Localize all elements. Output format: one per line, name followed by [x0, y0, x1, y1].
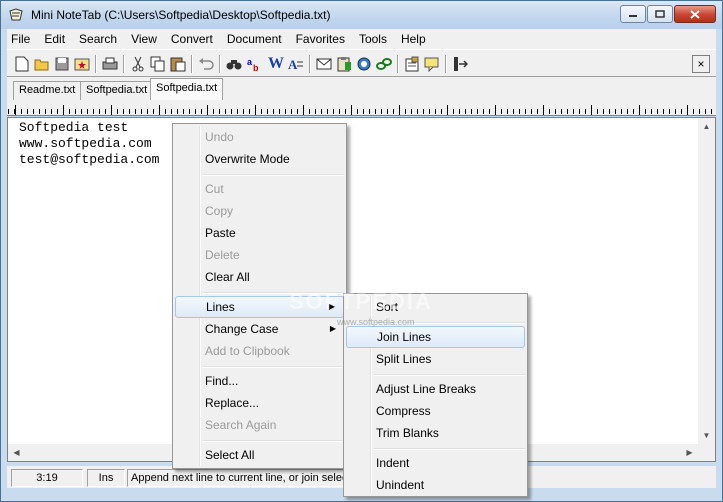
menu-edit[interactable]: Edit	[37, 32, 72, 46]
copy-icon[interactable]	[149, 55, 167, 73]
menu-document[interactable]: Document	[220, 32, 289, 46]
submenu-item-split-lines[interactable]: Split Lines	[346, 348, 525, 370]
paste-board-icon[interactable]	[335, 55, 353, 73]
maximize-icon	[655, 10, 665, 18]
svg-text:b: b	[253, 63, 259, 72]
tab-softpedia-1[interactable]: Softpedia.txt	[80, 81, 154, 100]
minimize-icon	[629, 15, 637, 17]
menu-help[interactable]: Help	[394, 32, 433, 46]
font-icon[interactable]: A	[287, 55, 305, 73]
title-bar[interactable]: Mini NoteTab (C:\Users\Softpedia\Desktop…	[1, 1, 722, 29]
save-icon[interactable]	[53, 55, 71, 73]
menu-item-add-to-clipbook[interactable]: Add to Clipbook	[175, 340, 344, 362]
watermark-url: www.softpedia.com	[337, 317, 415, 327]
note-icon[interactable]	[423, 55, 441, 73]
browser-icon[interactable]	[355, 55, 373, 73]
close-icon	[690, 9, 700, 19]
favorite-icon[interactable]	[73, 55, 91, 73]
menu-item-search-again[interactable]: Search Again	[175, 414, 344, 436]
menu-item-undo[interactable]: Undo	[175, 126, 344, 148]
watermark: SOFTPEDIA	[289, 289, 433, 314]
tab-bar: Readme.txt Softpedia.txt Softpedia.txt	[7, 77, 716, 101]
scroll-down-icon[interactable]: ▼	[698, 427, 715, 444]
link-icon[interactable]	[375, 55, 393, 73]
scroll-up-icon[interactable]: ▲	[698, 118, 715, 135]
menu-search[interactable]: Search	[72, 32, 124, 46]
menu-favorites[interactable]: Favorites	[289, 32, 352, 46]
editor-line: www.softpedia.com	[19, 136, 152, 151]
submenu-arrow-icon: ▶	[329, 324, 336, 333]
cursor-position: 3:19	[11, 469, 83, 487]
print-icon[interactable]	[101, 55, 119, 73]
doc-properties-icon[interactable]	[403, 55, 421, 73]
editor-line: Softpedia test	[19, 120, 129, 135]
email-icon[interactable]	[315, 55, 333, 73]
minimize-button[interactable]	[620, 5, 646, 23]
menu-item-overwrite-mode[interactable]: Overwrite Mode	[175, 148, 344, 170]
editor-line: test@softpedia.com	[19, 152, 160, 167]
menu-item-clear-all[interactable]: Clear All	[175, 266, 344, 288]
maximize-button[interactable]	[647, 5, 673, 23]
app-window: Mini NoteTab (C:\Users\Softpedia\Desktop…	[0, 0, 723, 502]
status-hint: Append next line to current line, or joi…	[127, 469, 347, 487]
menu-item-change-case[interactable]: Change Case ▶	[175, 318, 344, 340]
submenu-item-join-lines[interactable]: Join Lines	[346, 326, 525, 348]
ruler	[7, 101, 716, 116]
menu-file[interactable]: File	[7, 32, 37, 46]
open-folder-icon[interactable]	[33, 55, 51, 73]
submenu-item-indent[interactable]: Indent	[346, 452, 525, 474]
menu-item-delete[interactable]: Delete	[175, 244, 344, 266]
menu-convert[interactable]: Convert	[164, 32, 220, 46]
submenu-item-adjust-line-breaks[interactable]: Adjust Line Breaks	[346, 378, 525, 400]
replace-icon[interactable]: ab	[245, 55, 263, 73]
close-document-button[interactable]: ×	[692, 55, 710, 73]
submenu-item-compress[interactable]: Compress	[346, 400, 525, 422]
menu-item-lines-label: Lines	[206, 300, 235, 314]
insert-mode: Ins	[87, 469, 125, 487]
menu-tools[interactable]: Tools	[352, 32, 394, 46]
toolbar: ab W A ×	[7, 49, 716, 77]
cut-icon[interactable]	[129, 55, 147, 73]
menu-view[interactable]: View	[124, 32, 164, 46]
menu-item-select-all[interactable]: Select All	[175, 444, 344, 466]
new-file-icon[interactable]	[13, 55, 31, 73]
svg-text:A: A	[288, 57, 298, 72]
scroll-left-icon[interactable]: ◀	[8, 444, 25, 461]
close-button[interactable]	[674, 5, 716, 23]
tab-readme[interactable]: Readme.txt	[13, 81, 82, 100]
exit-icon[interactable]	[451, 55, 469, 73]
close-icon: ×	[697, 57, 705, 71]
menu-item-paste[interactable]: Paste	[175, 222, 344, 244]
menu-item-cut[interactable]: Cut	[175, 178, 344, 200]
undo-icon[interactable]	[197, 55, 215, 73]
menu-item-replace[interactable]: Replace...	[175, 392, 344, 414]
submenu-item-unindent[interactable]: Unindent	[346, 474, 525, 496]
app-logo-icon	[9, 8, 23, 21]
submenu-item-trim-blanks[interactable]: Trim Blanks	[346, 422, 525, 444]
window-title: Mini NoteTab (C:\Users\Softpedia\Desktop…	[31, 8, 331, 22]
menu-item-copy[interactable]: Copy	[175, 200, 344, 222]
paste-icon[interactable]	[169, 55, 187, 73]
word-icon[interactable]: W	[267, 55, 285, 73]
vertical-scrollbar[interactable]: ▲ ▼	[698, 118, 715, 444]
menu-bar: File Edit Search View Convert Document F…	[7, 29, 716, 49]
tab-softpedia-active[interactable]: Softpedia.txt	[150, 78, 224, 100]
find-icon[interactable]	[225, 55, 243, 73]
menu-item-change-case-label: Change Case	[205, 322, 279, 336]
menu-item-find[interactable]: Find...	[175, 370, 344, 392]
scroll-right-icon[interactable]: ▶	[681, 444, 698, 461]
